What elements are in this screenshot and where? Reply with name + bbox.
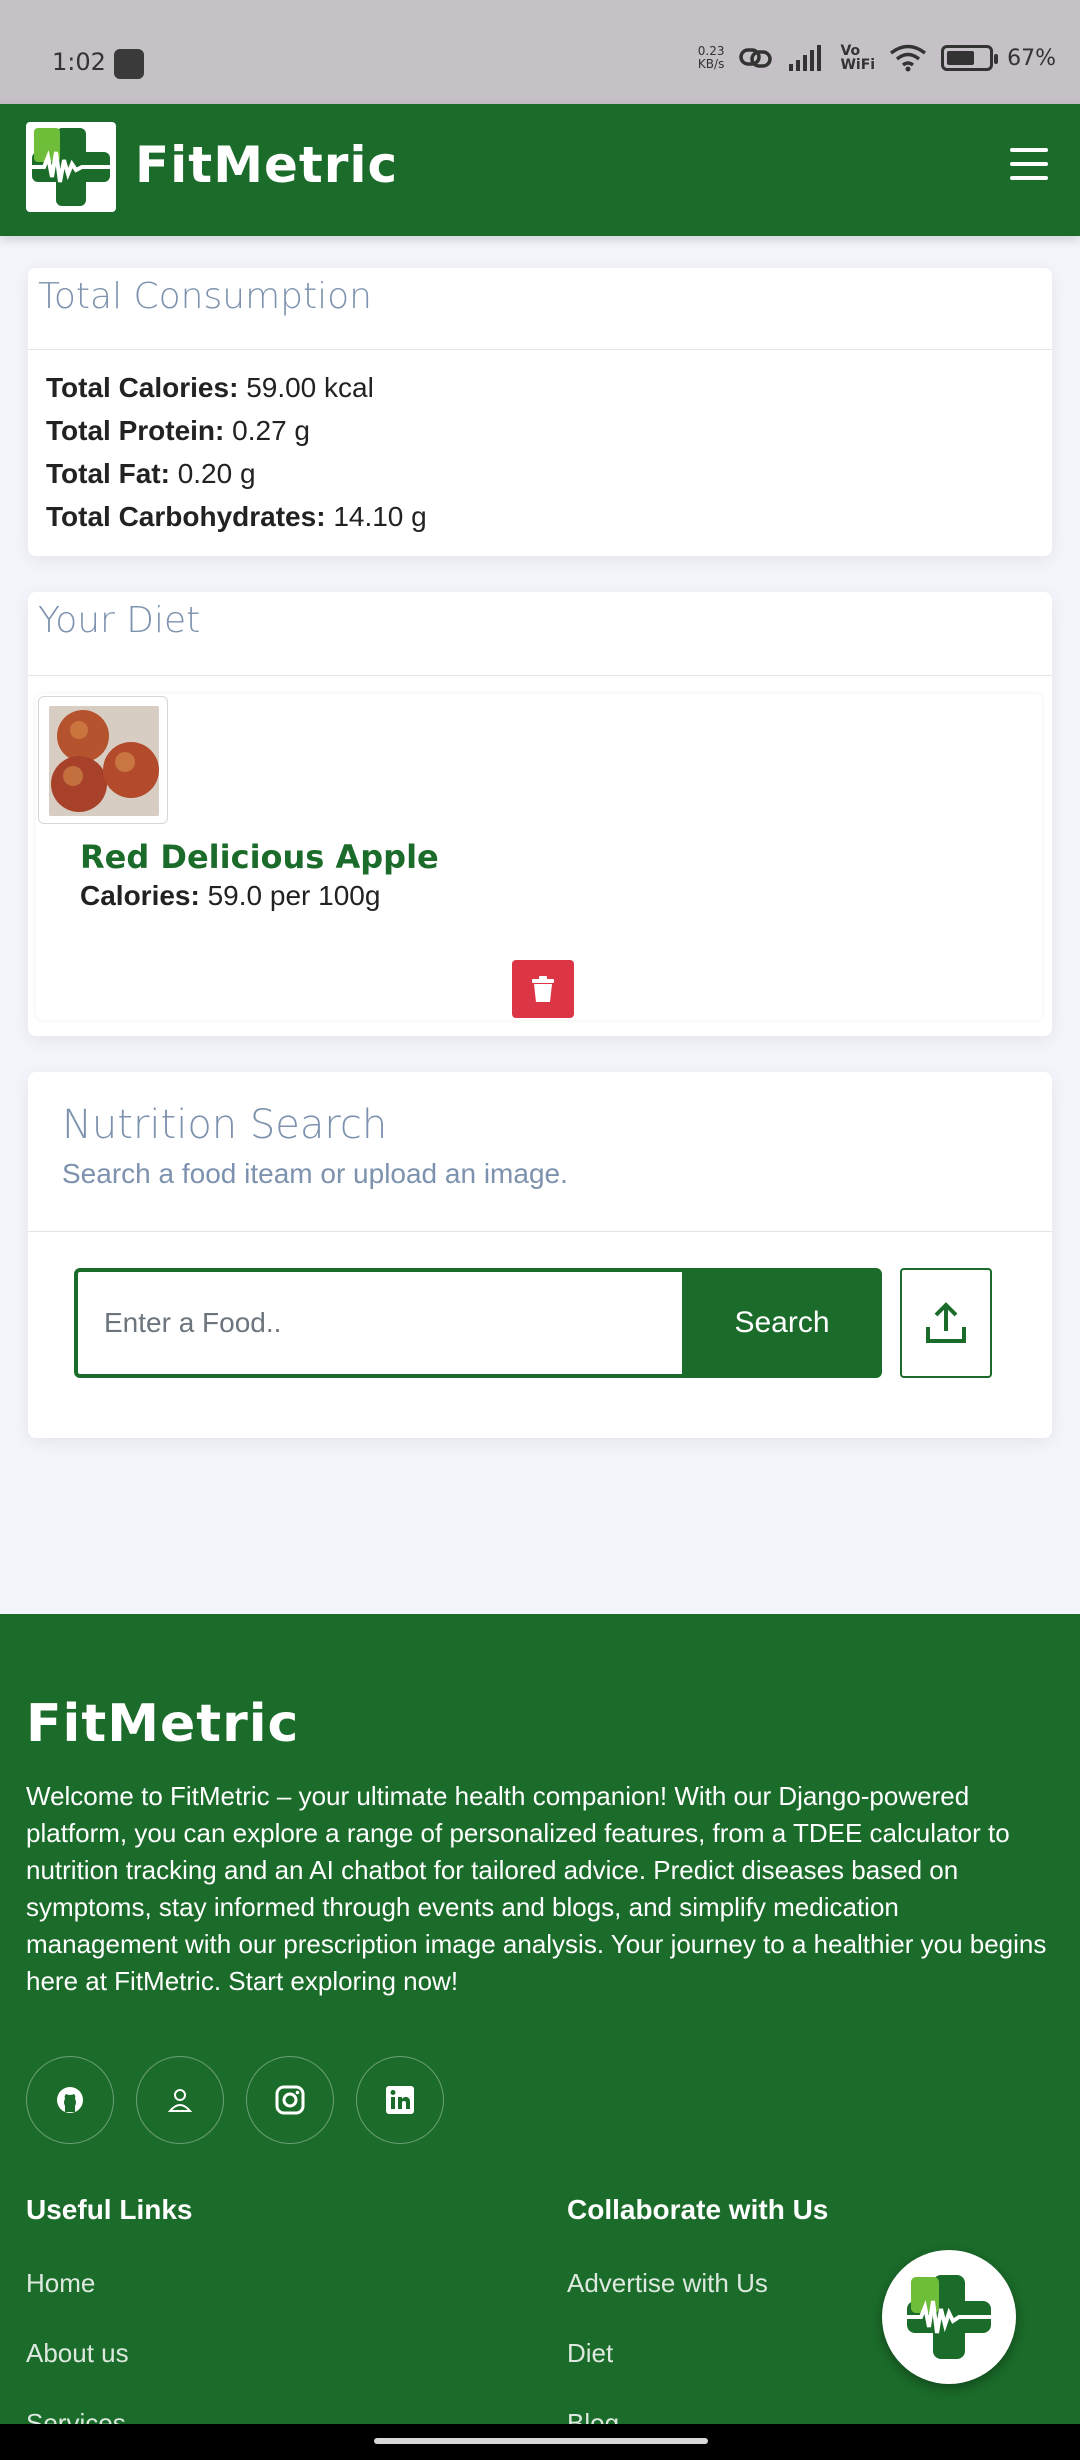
total-consumption-card: Total Consumption Total Calories: 59.00 … (28, 268, 1052, 556)
menu-icon-line (1010, 162, 1048, 166)
footer-description: Welcome to FitMetric – your ultimate hea… (26, 1781, 1047, 1996)
github-icon (57, 2087, 83, 2113)
trash-icon (532, 976, 554, 1002)
person-icon (167, 2089, 193, 2112)
vowifi-icon: Vo WiFi (840, 43, 876, 73)
search-button[interactable]: Search (682, 1268, 882, 1378)
card-header: Total Consumption (28, 268, 1052, 350)
chatbot-button[interactable] (882, 2250, 1016, 2384)
linkedin-icon (386, 2086, 414, 2114)
linkedin-link[interactable] (356, 2056, 444, 2144)
footer-brand: FitMetric (26, 1694, 300, 1754)
battery-percent: 67% (1007, 45, 1056, 71)
menu-toggle-button[interactable] (1010, 148, 1048, 184)
menu-icon-line (1010, 148, 1048, 152)
top-navbar: FitMetric (0, 104, 1080, 236)
card-title: Your Diet (38, 600, 201, 641)
food-calories: Calories: 59.0 per 100g (80, 880, 381, 911)
upload-icon (926, 1302, 966, 1343)
brand-name[interactable]: FitMetric (135, 136, 398, 194)
footer-link-home[interactable]: Home (26, 2268, 95, 2299)
card-title: Total Consumption (38, 276, 372, 317)
nutrition-search-card: Nutrition Search Search a food iteam or … (28, 1072, 1052, 1438)
app-notification-icon (114, 49, 144, 79)
apple-image (49, 706, 159, 816)
total-carbohydrates: Total Carbohydrates: 14.10 g (46, 501, 427, 532)
battery-icon (941, 45, 999, 71)
upload-image-button[interactable] (900, 1268, 992, 1378)
signal-icon (789, 45, 822, 71)
hotspot-link-icon (739, 48, 773, 68)
github-link[interactable] (26, 2056, 114, 2144)
food-thumbnail[interactable] (38, 696, 168, 824)
diet-item: Red Delicious Apple Calories: 59.0 per 1… (36, 694, 1042, 1020)
card-header: Nutrition Search Search a food iteam or … (28, 1072, 1052, 1232)
home-gesture-bar[interactable] (374, 2438, 708, 2444)
card-title: Nutrition Search (62, 1102, 388, 1148)
status-icons: 0.23 KB/s Vo WiFi 67% (698, 44, 1056, 72)
useful-links-heading: Useful Links (26, 2194, 193, 2225)
footer-link-advertise[interactable]: Advertise with Us (567, 2268, 768, 2299)
system-navigation-bar (0, 2424, 1080, 2460)
chatbot-logo-icon (907, 2275, 991, 2359)
food-search-input[interactable] (74, 1268, 686, 1378)
food-name: Red Delicious Apple (80, 838, 439, 876)
total-fat: Total Fat: 0.20 g (46, 458, 256, 489)
instagram-link[interactable] (246, 2056, 334, 2144)
total-calories: Total Calories: 59.00 kcal (46, 372, 374, 403)
instagram-icon (275, 2085, 305, 2115)
delete-food-button[interactable] (512, 960, 574, 1018)
network-speed: 0.23 KB/s (697, 44, 725, 71)
medical-cross-logo-icon (32, 128, 110, 206)
card-subtitle: Search a food iteam or upload an image. (62, 1158, 568, 1189)
status-time: 1:02 (52, 48, 106, 76)
collaborate-heading: Collaborate with Us (567, 2194, 829, 2225)
footer-link-diet[interactable]: Diet (567, 2338, 613, 2369)
fitmetric-logo[interactable] (26, 122, 116, 212)
total-protein: Total Protein: 0.27 g (46, 415, 311, 446)
menu-icon-line (1010, 176, 1048, 180)
wifi-icon (890, 44, 927, 72)
card-header: Your Diet (28, 592, 1052, 676)
profile-link[interactable] (136, 2056, 224, 2144)
footer-link-about[interactable]: About us (26, 2338, 129, 2369)
your-diet-card: Your Diet Red Delicious Apple Calories: … (28, 592, 1052, 1036)
status-bar: 1:02 0.23 KB/s Vo WiFi 67% (0, 0, 1080, 104)
